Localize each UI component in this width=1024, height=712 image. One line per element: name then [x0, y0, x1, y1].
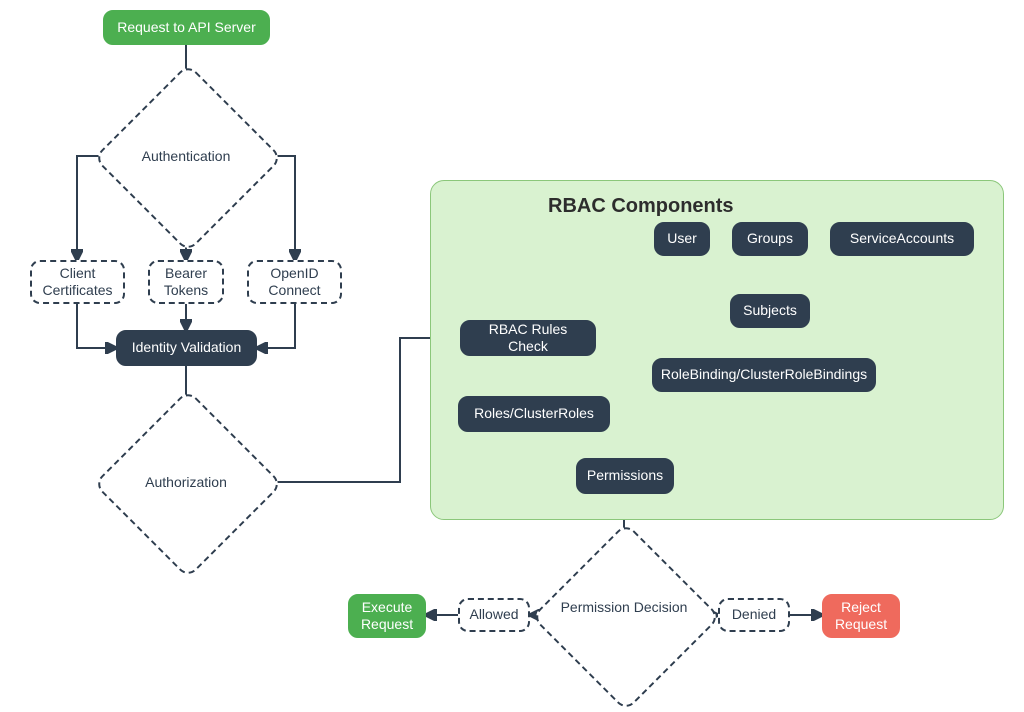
node-groups: Groups — [732, 222, 808, 256]
rbac-panel-title: RBAC Components — [548, 195, 734, 218]
node-subjects: Subjects — [730, 294, 810, 328]
node-rbac-check: RBAC Rules Check — [460, 320, 596, 356]
node-roles: Roles/ClusterRoles — [458, 396, 610, 432]
node-denied: Denied — [718, 598, 790, 632]
node-request: Request to API Server — [103, 10, 270, 45]
node-rolebindings: RoleBinding/ClusterRoleBindings — [652, 358, 876, 392]
label-authentication: Authentication — [96, 148, 276, 164]
node-service-accounts: ServiceAccounts — [830, 222, 974, 256]
node-identity: Identity Validation — [116, 330, 257, 366]
label-decision: Permission Decision — [534, 599, 714, 615]
label-authorization: Authorization — [96, 474, 276, 490]
node-reject: Reject Request — [822, 594, 900, 638]
node-user: User — [654, 222, 710, 256]
node-execute: Execute Request — [348, 594, 426, 638]
diagram-canvas: RBAC Components Request to API Server Au… — [0, 0, 1024, 712]
node-bearer-tokens: Bearer Tokens — [148, 260, 224, 304]
node-permissions: Permissions — [576, 458, 674, 494]
diamond-decision — [531, 522, 721, 712]
node-openid: OpenID Connect — [247, 260, 342, 304]
node-client-certs: Client Certificates — [30, 260, 125, 304]
node-allowed: Allowed — [458, 598, 530, 632]
